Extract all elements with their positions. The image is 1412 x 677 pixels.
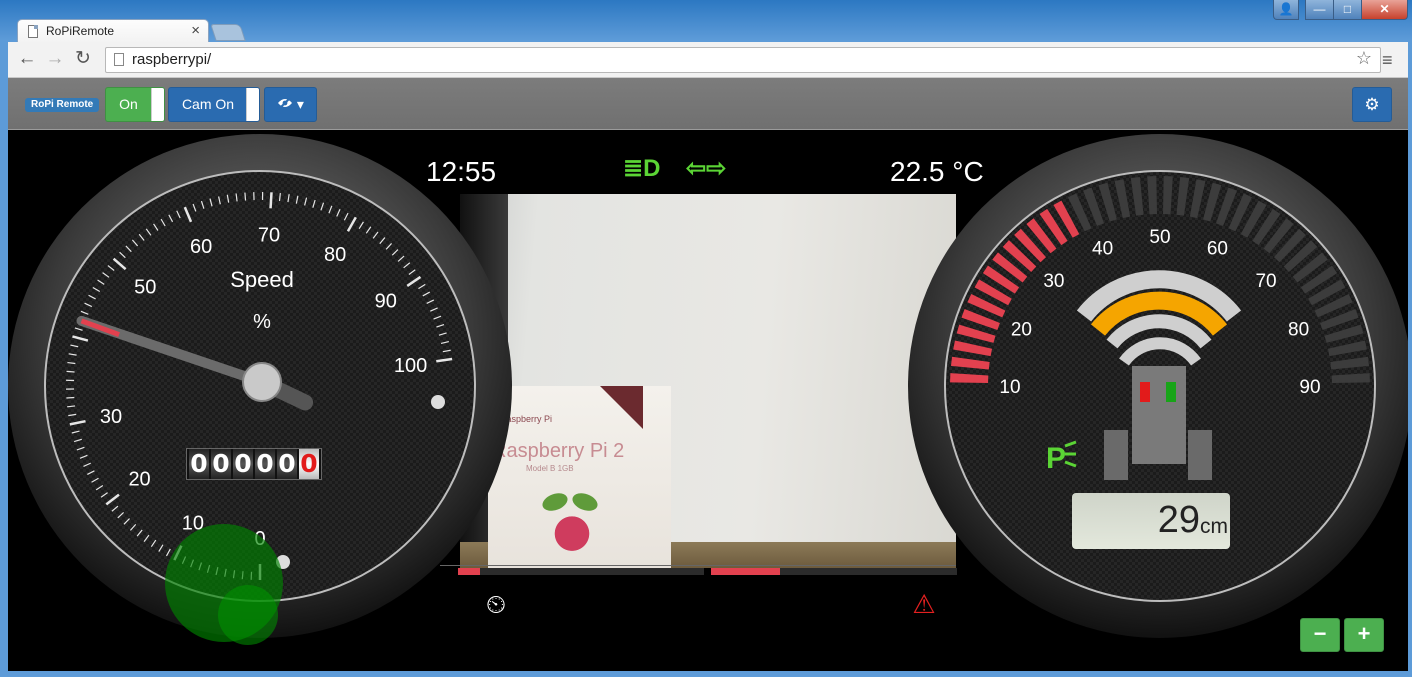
speed-tick-label: 20	[128, 469, 150, 491]
dashboard: Raspberry Pi Raspberry Pi 2 Model B 1GB …	[8, 130, 1408, 671]
camera-toggle-label: Cam On	[181, 96, 235, 112]
speed-tick-label: 70	[258, 224, 280, 246]
power-toggle-label: On	[119, 96, 138, 112]
joystick-knob[interactable]	[218, 585, 278, 645]
headlight-icon[interactable]: ≣D	[623, 154, 660, 183]
speed-tick-label: 80	[324, 244, 346, 266]
distance-unit: cm	[1200, 515, 1228, 538]
distance-tick-label: 90	[1299, 377, 1320, 398]
distance-tick-label: 30	[1043, 271, 1064, 292]
speed-gauge-title: Speed	[230, 267, 294, 292]
camera-box-model: Model B 1GB	[526, 464, 574, 473]
zoom-in-button[interactable]: +	[1344, 618, 1384, 652]
distance-value: 29	[1157, 499, 1200, 541]
camera-toggle[interactable]: Cam On	[168, 87, 260, 122]
browser-window: RoPiRemote × 👤 — □ ✕ ← → ↻ raspberrypi/ …	[0, 0, 1412, 677]
settings-button[interactable]: ⚙	[1352, 87, 1392, 122]
distance-tick-label: 40	[1092, 238, 1113, 259]
speed-tick-label: 100	[394, 355, 427, 377]
maximize-button[interactable]: □	[1333, 0, 1362, 20]
tab-close-icon[interactable]: ×	[191, 22, 200, 39]
browser-toolbar: ← → ↻ raspberrypi/ ☆ ≡	[8, 42, 1408, 78]
toggle-knob	[151, 88, 164, 121]
speed-tick	[278, 193, 281, 202]
chevron-down-icon: ▾	[296, 96, 304, 112]
odometer-digit: 0	[211, 449, 231, 479]
distance-tick-label: 10	[999, 377, 1020, 398]
odometer: 0 0 0 0 0 0	[186, 448, 322, 480]
speed-tick	[67, 405, 76, 408]
odometer-digit: 0	[277, 449, 297, 479]
power-toggle[interactable]: On	[105, 87, 165, 122]
browser-menu-icon[interactable]: ≡	[1382, 50, 1393, 71]
view-dropdown-button[interactable]: ▾	[264, 87, 317, 122]
tab-strip: RoPiRemote × 👤 — □ ✕	[0, 0, 1412, 44]
distance-tick-label: 20	[1011, 320, 1032, 341]
park-assist-icon: P	[1046, 442, 1066, 475]
user-icon[interactable]: 👤	[1273, 0, 1299, 20]
raspberry-logo	[546, 506, 598, 552]
speed-tick-label: 90	[375, 291, 397, 313]
speed-tick	[269, 192, 273, 209]
turn-signal-icon[interactable]: ⇦⇨	[686, 154, 726, 183]
tab-ropiremote[interactable]: RoPiRemote ×	[17, 19, 209, 44]
distance-gauge: 10 20 30 40 50 60 70 80 90 P	[908, 134, 1408, 638]
app-navbar: RoPi Remote On Cam On ▾ ⚙	[8, 78, 1408, 130]
url-text[interactable]: raspberrypi/	[132, 51, 211, 68]
speed-tick	[244, 192, 247, 201]
speed-tick	[66, 370, 75, 373]
minimize-button[interactable]: —	[1305, 0, 1334, 20]
gauge-screw	[431, 395, 445, 409]
forward-button[interactable]: →	[44, 48, 66, 70]
address-bar[interactable]: raspberrypi/ ☆	[105, 47, 1381, 73]
gear-icon: ⚙	[1364, 95, 1380, 114]
toggle-knob	[246, 88, 259, 121]
page-icon	[114, 53, 124, 66]
speed-tick-label: 60	[190, 236, 212, 258]
speed-gauge-unit: %	[253, 311, 271, 333]
page-content: RoPi Remote On Cam On ▾ ⚙ Raspberry Pi R…	[8, 78, 1408, 671]
speed-needle-hub	[242, 362, 282, 402]
distance-tick-label: 80	[1288, 320, 1309, 341]
distance-tick-label: 50	[1149, 227, 1170, 248]
bookmark-star-icon[interactable]: ☆	[1356, 48, 1372, 69]
page-icon	[28, 25, 38, 38]
close-window-button[interactable]: ✕	[1361, 0, 1408, 20]
speed-tick-label: 30	[100, 406, 122, 428]
odometer-digit: 0	[189, 449, 209, 479]
distance-tick-label: 70	[1255, 271, 1276, 292]
odometer-digit: 0	[233, 449, 253, 479]
eye-slash-icon	[278, 97, 293, 109]
reload-button[interactable]: ↻	[72, 48, 94, 70]
distance-tick-label: 60	[1207, 238, 1228, 259]
speed-tick-label: 50	[134, 276, 156, 298]
odometer-digit: 0	[299, 449, 319, 479]
distance-display: 29 cm	[1072, 493, 1230, 549]
camera-feed: Raspberry Pi Raspberry Pi 2 Model B 1GB	[460, 194, 956, 568]
zoom-out-button[interactable]: −	[1300, 618, 1340, 652]
right-motor-bar-fill	[711, 568, 780, 575]
tab-title: RoPiRemote	[46, 24, 115, 38]
camera-box-corner	[600, 386, 643, 429]
brand-label[interactable]: RoPi Remote	[25, 98, 100, 112]
back-button[interactable]: ←	[16, 48, 38, 70]
new-tab-button[interactable]	[210, 24, 246, 41]
odometer-digit: 0	[255, 449, 275, 479]
